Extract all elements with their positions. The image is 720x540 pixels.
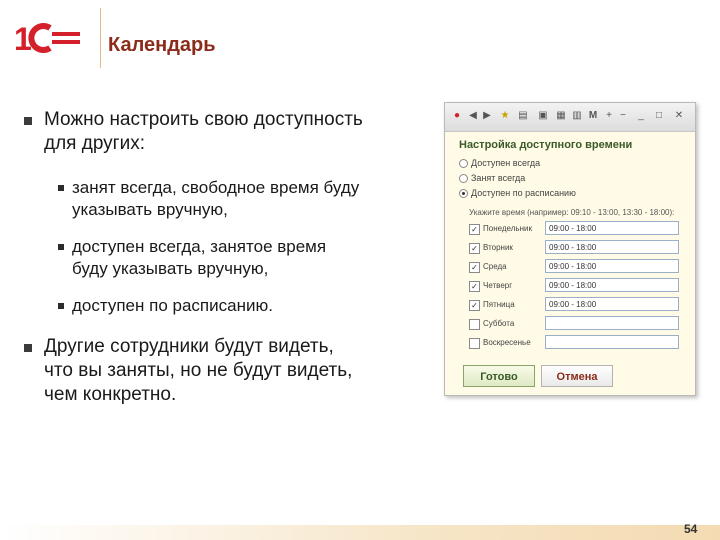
- bullet-text-1-line-1: Можно настроить свою доступность: [44, 109, 363, 130]
- calculator-icon[interactable]: ▥: [571, 110, 583, 122]
- time-field[interactable]: 09:00 - 18:00: [545, 278, 679, 292]
- bullet-text-2-line-1: Другие сотрудники будут видеть,: [44, 336, 334, 357]
- bullet-text-2-line-3: чем конкретно.: [44, 384, 177, 405]
- memory-m-icon[interactable]: М: [587, 110, 599, 122]
- radio-label: Доступен по расписанию: [471, 188, 576, 198]
- dialog-title: Настройка доступного времени: [459, 139, 633, 151]
- checkbox-checked[interactable]: ✓: [469, 243, 480, 254]
- radio-label: Доступен всегда: [471, 158, 541, 168]
- radio-label: Занят всегда: [471, 173, 526, 183]
- subbullet-marker: [58, 185, 64, 191]
- minimize-icon[interactable]: _: [635, 110, 647, 122]
- availability-dialog: ● ◀ ▶ ★ ▤ ▣ ▦ ▥ М + − _ □ ✕ Настройка до…: [444, 102, 696, 396]
- time-field[interactable]: [545, 335, 679, 349]
- day-name: Пятница: [483, 300, 515, 309]
- day-name: Понедельник: [483, 224, 532, 233]
- cancel-button[interactable]: Отмена: [541, 365, 613, 387]
- bullet-text-1-line-2: для других:: [44, 133, 146, 154]
- memory-plus-icon[interactable]: +: [603, 110, 615, 122]
- subbullet-text-3: доступен по расписанию.: [72, 296, 273, 315]
- day-row-wednesday: ✓ Среда 09:00 - 18:00: [469, 258, 683, 276]
- radio-always-available[interactable]: Доступен всегда: [459, 158, 541, 169]
- day-row-monday: ✓ Понедельник 09:00 - 18:00: [469, 220, 683, 238]
- subbullet-marker: [58, 303, 64, 309]
- footer-bar: [0, 525, 720, 540]
- checkbox-unchecked[interactable]: [469, 319, 480, 330]
- back-icon[interactable]: ◀: [467, 110, 479, 122]
- radio-icon-selected[interactable]: [459, 189, 468, 199]
- radio-by-schedule[interactable]: Доступен по расписанию: [459, 188, 576, 199]
- bullet-marker: [24, 117, 32, 125]
- checkbox-unchecked[interactable]: [469, 338, 480, 349]
- day-name: Среда: [483, 262, 507, 271]
- time-field[interactable]: 09:00 - 18:00: [545, 240, 679, 254]
- calendar-icon[interactable]: ▦: [555, 110, 567, 122]
- subbullet-text-1-line-2: указывать вручную,: [72, 200, 228, 219]
- subbullet-text-2-line-2: буду указывать вручную,: [72, 259, 269, 278]
- day-row-friday: ✓ Пятница 09:00 - 18:00: [469, 296, 683, 314]
- 1c-menu-icon[interactable]: ●: [451, 110, 463, 122]
- subbullet-marker: [58, 244, 64, 250]
- day-row-thursday: ✓ Четверг 09:00 - 18:00: [469, 277, 683, 295]
- favorite-icon[interactable]: ★: [499, 110, 511, 122]
- time-hint: Укажите время (например: 09:10 - 13:00, …: [469, 208, 675, 217]
- radio-icon[interactable]: [459, 159, 468, 169]
- day-name: Четверг: [483, 281, 513, 290]
- done-button[interactable]: Готово: [463, 365, 535, 387]
- dialog-toolbar: ● ◀ ▶ ★ ▤ ▣ ▦ ▥ М + − _ □ ✕: [445, 103, 695, 132]
- 1c-logo: 1: [14, 21, 80, 54]
- forward-icon[interactable]: ▶: [481, 110, 493, 122]
- time-field[interactable]: 09:00 - 18:00: [545, 259, 679, 273]
- page-number: 54: [684, 522, 698, 536]
- day-row-sunday: Воскресенье: [469, 334, 683, 352]
- day-name: Воскресенье: [483, 338, 531, 347]
- day-row-saturday: Суббота: [469, 315, 683, 333]
- document-icon[interactable]: ▤: [517, 110, 529, 122]
- page-title: Календарь: [108, 34, 216, 56]
- subbullet-text-1-line-1: занят всегда, свободное время буду: [72, 178, 360, 197]
- time-field[interactable]: [545, 316, 679, 330]
- checkbox-checked[interactable]: ✓: [469, 281, 480, 292]
- bullet-marker: [24, 344, 32, 352]
- day-row-tuesday: ✓ Вторник 09:00 - 18:00: [469, 239, 683, 257]
- time-field[interactable]: 09:00 - 18:00: [545, 221, 679, 235]
- close-icon[interactable]: ✕: [673, 110, 685, 122]
- checkbox-checked[interactable]: ✓: [469, 224, 480, 235]
- day-name: Суббота: [483, 319, 515, 328]
- maximize-icon[interactable]: □: [653, 110, 665, 122]
- header-divider: [100, 8, 101, 68]
- memory-minus-icon[interactable]: −: [617, 110, 629, 122]
- bullet-text-2-line-2: что вы заняты, но не будут видеть,: [44, 360, 353, 381]
- radio-icon[interactable]: [459, 174, 468, 184]
- checkbox-checked[interactable]: ✓: [469, 300, 480, 311]
- checkbox-checked[interactable]: ✓: [469, 262, 480, 273]
- subbullet-text-2-line-1: доступен всегда, занятое время: [72, 237, 327, 256]
- time-field[interactable]: 09:00 - 18:00: [545, 297, 679, 311]
- day-name: Вторник: [483, 243, 513, 252]
- save-icon[interactable]: ▣: [537, 110, 549, 122]
- radio-always-busy[interactable]: Занят всегда: [459, 173, 526, 184]
